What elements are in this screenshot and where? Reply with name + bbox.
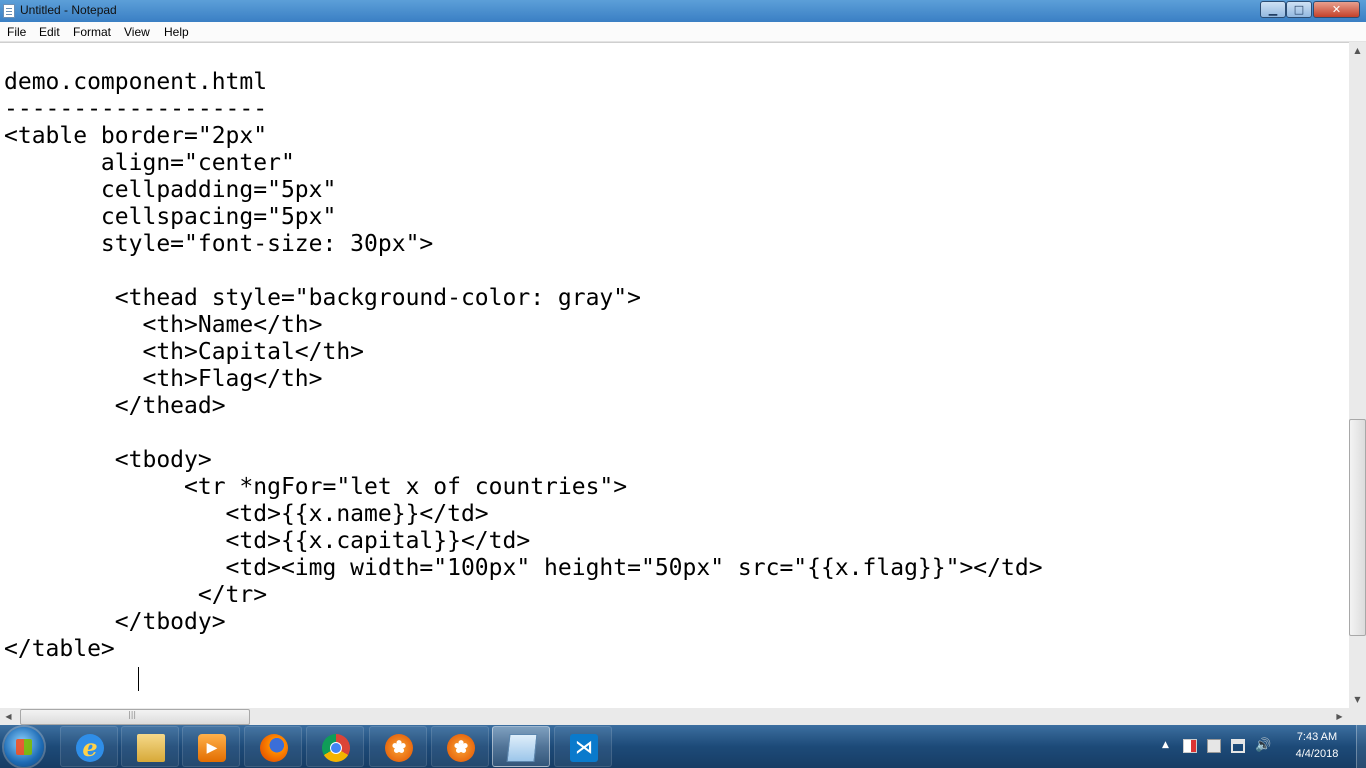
horizontal-scrollbar[interactable]: ◀ ||| ▶ <box>0 708 1349 725</box>
menu-file[interactable]: File <box>7 25 26 39</box>
volume-icon[interactable]: 🔊 <box>1255 739 1271 753</box>
horizontal-scroll-thumb[interactable]: ||| <box>20 709 250 725</box>
minimize-button[interactable]: ▁ <box>1260 1 1286 18</box>
taskbar-internet-explorer[interactable]: e <box>60 726 118 767</box>
device-icon[interactable] <box>1207 739 1221 753</box>
taskbar-firefox[interactable] <box>244 726 302 767</box>
taskbar: e ▶ ✿ ✿ ⋊ ▲ 🔊 7:43 AM 4/4/2018 <box>0 725 1366 768</box>
size-grip <box>1349 708 1366 725</box>
menu-edit[interactable]: Edit <box>39 25 60 39</box>
flower-app-icon: ✿ <box>447 734 475 762</box>
taskbar-flower-app-1[interactable]: ✿ <box>369 726 427 767</box>
taskbar-media-player[interactable]: ▶ <box>182 726 240 767</box>
window-title: Untitled - Notepad <box>20 3 117 17</box>
taskbar-flower-app-2[interactable]: ✿ <box>431 726 489 767</box>
scroll-right-arrow-icon[interactable]: ▶ <box>1331 708 1348 725</box>
scroll-left-arrow-icon[interactable]: ◀ <box>0 708 17 725</box>
notepad-app-icon[interactable] <box>3 4 15 18</box>
show-hidden-icons-icon[interactable]: ▲ <box>1162 740 1169 750</box>
media-player-icon: ▶ <box>198 734 226 762</box>
menu-format[interactable]: Format <box>73 25 111 39</box>
scroll-down-arrow-icon[interactable]: ▼ <box>1349 691 1366 708</box>
show-desktop-button[interactable] <box>1356 725 1366 768</box>
file-explorer-icon <box>137 734 165 762</box>
taskbar-notepad[interactable] <box>492 726 550 767</box>
action-center-flag-icon[interactable] <box>1183 739 1197 753</box>
vertical-scrollbar[interactable]: ▲ ▼ <box>1349 42 1366 708</box>
internet-explorer-icon: e <box>76 734 104 762</box>
maximize-button[interactable]: □ <box>1286 1 1312 18</box>
scroll-up-arrow-icon[interactable]: ▲ <box>1349 42 1366 59</box>
close-button[interactable]: ✕ <box>1313 1 1360 18</box>
chrome-icon <box>322 734 350 762</box>
taskbar-chrome[interactable] <box>306 726 364 767</box>
network-icon[interactable] <box>1231 739 1245 753</box>
vscode-icon: ⋊ <box>570 734 598 762</box>
notepad-icon <box>506 734 538 762</box>
taskbar-file-explorer[interactable] <box>121 726 179 767</box>
editor-content[interactable]: demo.component.html ------------------- … <box>4 69 1043 663</box>
menu-help[interactable]: Help <box>164 25 189 39</box>
title-bar[interactable]: Untitled - Notepad ▁ □ ✕ <box>0 0 1366 22</box>
taskbar-vscode[interactable]: ⋊ <box>554 726 612 767</box>
start-button[interactable] <box>4 727 44 767</box>
flower-app-icon: ✿ <box>385 734 413 762</box>
vertical-scroll-thumb[interactable] <box>1349 419 1366 636</box>
clock-time[interactable]: 7:43 AM <box>1282 731 1352 743</box>
menu-view[interactable]: View <box>124 25 150 39</box>
grip-icon: ||| <box>128 710 137 719</box>
clock-date[interactable]: 4/4/2018 <box>1282 748 1352 760</box>
menu-bar: File Edit Format View Help <box>0 22 1366 42</box>
text-editor[interactable]: demo.component.html ------------------- … <box>0 42 1349 708</box>
firefox-icon <box>260 734 288 762</box>
text-caret <box>138 667 139 691</box>
